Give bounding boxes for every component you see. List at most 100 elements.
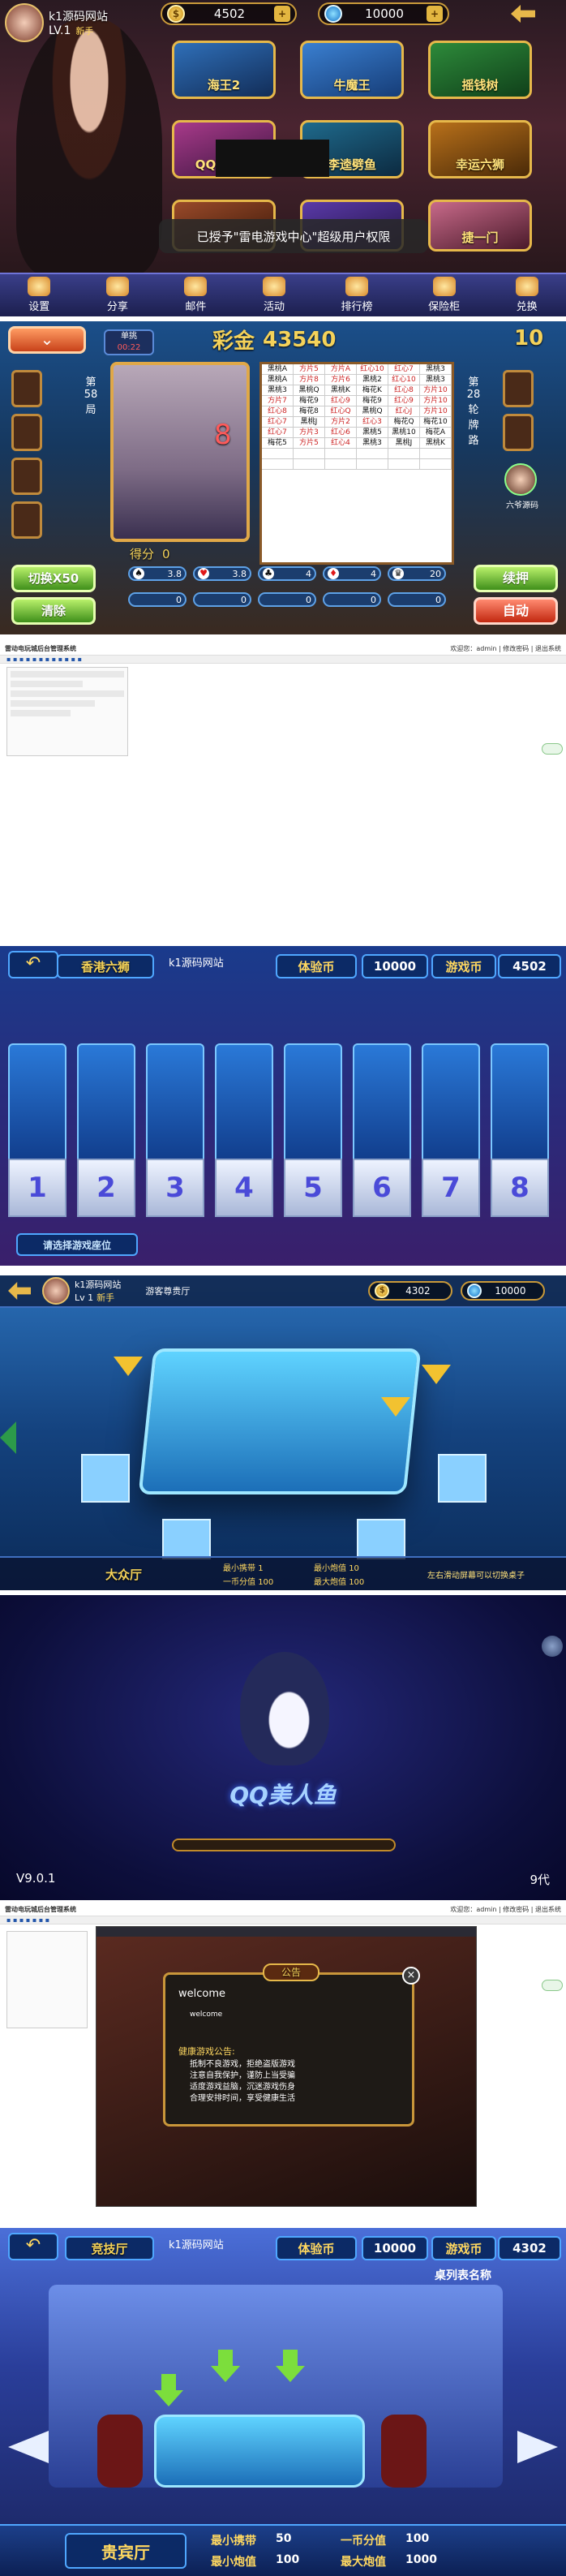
game-tile-9[interactable]: 捷一门 xyxy=(428,200,532,252)
score-row: 得分 0 xyxy=(130,546,170,562)
result-cell: 黑桃J xyxy=(388,438,420,449)
hall-name: 贵宾厅 xyxy=(65,2533,187,2569)
result-cell: 方片8 xyxy=(294,375,325,385)
seat-number[interactable]: 5 xyxy=(284,1159,342,1217)
admin-form[interactable] xyxy=(6,667,128,756)
settings-icon xyxy=(28,277,51,296)
admin-menu[interactable]: ▪ ▪ ▪ ▪ ▪ ▪ ▪ ▪ ▪ ▪ ▪ ▪ xyxy=(0,656,566,664)
king-odds[interactable]: ♛ 20 xyxy=(388,566,446,581)
chair-icon[interactable] xyxy=(381,2415,427,2488)
result-cell: 方片7 xyxy=(262,396,294,406)
spade-bet[interactable]: 0 xyxy=(128,592,187,607)
admin-menu[interactable]: ▪ ▪ ▪ ▪ ▪ ▪ ▪ xyxy=(0,1916,566,1924)
result-row: 红心7 黑桃J 方片2 红心3 梅花Q 梅花10 xyxy=(262,417,452,428)
nav-ranking[interactable]: 排行榜 xyxy=(341,277,373,313)
clear-button[interactable]: 清除 xyxy=(11,597,96,625)
seat-block[interactable] xyxy=(438,1454,487,1503)
back-icon[interactable] xyxy=(511,5,535,23)
ranking-icon xyxy=(345,277,369,296)
continue-button[interactable]: 续押 xyxy=(474,565,558,592)
nav-share[interactable]: 分享 xyxy=(105,277,129,313)
add-gold-button[interactable]: + xyxy=(274,6,290,22)
site-name: k1源码网站 xyxy=(49,11,109,24)
result-cell xyxy=(294,449,325,459)
game-title: 香港六狮 xyxy=(57,954,154,978)
add-diamond-button[interactable]: + xyxy=(427,6,443,22)
nav-activity[interactable]: 活动 xyxy=(262,277,285,313)
back-button[interactable]: ↶ xyxy=(8,2233,58,2260)
profile[interactable]: k1源码网站 LV.1 新手 xyxy=(5,3,108,42)
back-button[interactable]: ↶ xyxy=(8,951,58,978)
club-odds[interactable]: ♣ 4 xyxy=(258,566,316,581)
player-avatar[interactable] xyxy=(504,463,537,496)
result-cell xyxy=(294,459,325,470)
left-arrow-icon[interactable] xyxy=(0,1421,16,1454)
game-tile-1[interactable]: 海王2 xyxy=(172,41,276,99)
avatar[interactable] xyxy=(42,1277,70,1305)
seat-number[interactable]: 8 xyxy=(491,1159,549,1217)
result-cell: 黑桃5 xyxy=(357,428,388,438)
dealer-portrait xyxy=(110,362,250,542)
redacted-box xyxy=(216,140,329,177)
result-cell: 黑桃K xyxy=(420,438,452,449)
fish-footer: 大众厅 最小携带 1 最小炮值 10 一币分值 100 最大炮值 100 左右滑动屏… xyxy=(0,1556,566,1590)
nav-mail[interactable]: 邮件 xyxy=(184,277,208,313)
nav-exchange[interactable]: 兑换 xyxy=(515,277,538,313)
loading-panel: QQ美人鱼 V9.0.1 9代 xyxy=(0,1595,566,1900)
dealer-number: 8 xyxy=(214,419,232,451)
seat-number[interactable]: 2 xyxy=(77,1159,135,1217)
logo-text: QQ美人鱼 xyxy=(229,1782,337,1808)
left-arrow-icon[interactable] xyxy=(8,2431,49,2463)
seat-number[interactable]: 4 xyxy=(215,1159,273,1217)
fish-table-3d[interactable] xyxy=(138,1348,422,1494)
result-cell: 红心10 xyxy=(357,364,388,375)
switch-button[interactable]: 切换X50 xyxy=(11,565,96,592)
seat-number[interactable]: 1 xyxy=(8,1159,66,1217)
chat-widget-icon[interactable] xyxy=(542,1980,563,1991)
chat-widget-icon[interactable] xyxy=(542,743,563,755)
heart-bet[interactable]: 0 xyxy=(193,592,251,607)
result-cell: 红心8 xyxy=(388,385,420,396)
result-cell: 黑桃Q xyxy=(357,406,388,417)
trial-coin-value: 10000 xyxy=(362,2236,428,2260)
king-bet[interactable]: 0 xyxy=(388,592,446,607)
admin-links[interactable]: 欢迎您：admin | 修改密码 | 退出系统 xyxy=(450,1905,561,1914)
seat-number[interactable]: 3 xyxy=(146,1159,204,1217)
seat-number[interactable]: 6 xyxy=(353,1159,411,1217)
result-cell: 梅花8 xyxy=(294,406,325,417)
challenge-badge: 单挑 00:22 xyxy=(104,329,154,355)
diamond-bet[interactable]: 0 xyxy=(323,592,381,607)
close-icon[interactable]: × xyxy=(402,1967,420,1985)
seat-block[interactable] xyxy=(357,1519,405,1559)
nav-safe[interactable]: 保险柜 xyxy=(428,277,460,313)
nav-settings[interactable]: 设置 xyxy=(28,277,51,313)
seat-block[interactable] xyxy=(162,1519,211,1559)
back-button[interactable]: ⌄ xyxy=(8,326,86,354)
chair-icon[interactable] xyxy=(97,2415,143,2488)
result-cell: 黑桃A xyxy=(262,364,294,375)
arena-title: 竞技厅 xyxy=(65,2236,154,2260)
result-cell: 红心6 xyxy=(325,428,357,438)
loading-bar xyxy=(172,1838,396,1851)
result-cell: 梅花9 xyxy=(357,396,388,406)
diamond-odds[interactable]: ♦ 4 xyxy=(323,566,381,581)
admin-list[interactable] xyxy=(6,1931,88,2028)
back-icon[interactable] xyxy=(8,1282,31,1300)
heart-odds[interactable]: ♥ 3.8 xyxy=(193,566,251,581)
spade-odds[interactable]: ♠ 3.8 xyxy=(128,566,187,581)
fish-table[interactable] xyxy=(154,2415,365,2488)
right-arrow-icon[interactable] xyxy=(517,2431,558,2463)
share-icon xyxy=(105,277,129,296)
table-list-header[interactable]: 桌列表名称 xyxy=(435,2267,491,2283)
result-cell: 红心Q xyxy=(325,406,357,417)
seat-number[interactable]: 7 xyxy=(422,1159,480,1217)
game-tile-6[interactable]: 幸运六狮 xyxy=(428,120,532,178)
game-tile-3[interactable]: 摇钱树 xyxy=(428,41,532,99)
avatar[interactable] xyxy=(5,3,44,42)
admin-links[interactable]: 欢迎您：admin | 修改密码 | 退出系统 xyxy=(450,644,561,653)
game-tile-2[interactable]: 牛魔王 xyxy=(300,41,404,99)
hall-name: 大众厅 xyxy=(105,1567,143,1582)
auto-button[interactable]: 自动 xyxy=(474,597,558,625)
seat-block[interactable] xyxy=(81,1454,130,1503)
club-bet[interactable]: 0 xyxy=(258,592,316,607)
